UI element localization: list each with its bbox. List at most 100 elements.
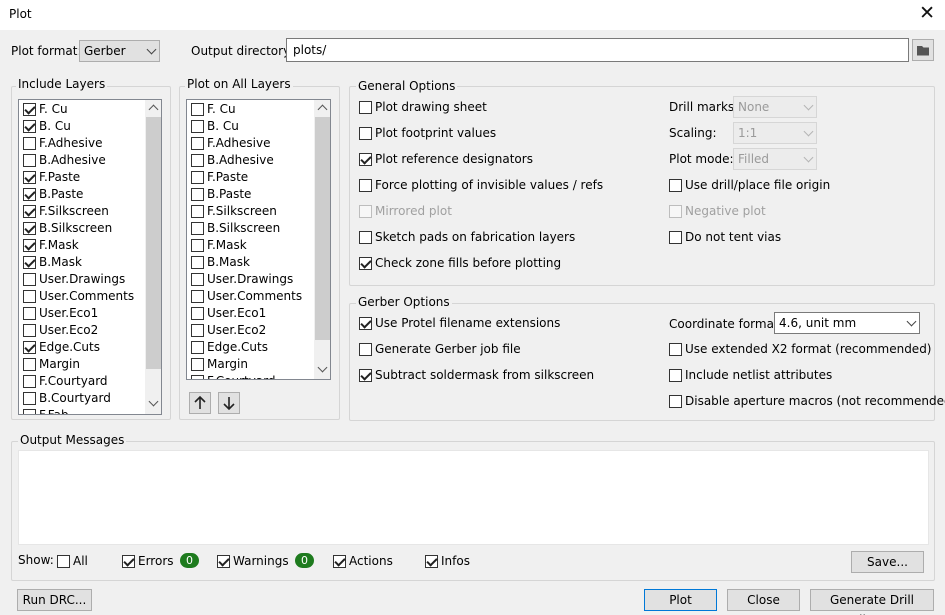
include-layer-f-courtyard[interactable]: F.Courtyard — [23, 373, 143, 390]
include-layer-margin-checkbox[interactable] — [23, 358, 36, 371]
close-icon[interactable]: ✕ — [919, 3, 935, 23]
include-layer-edge-cuts[interactable]: Edge.Cuts — [23, 339, 143, 356]
all-layer-b-adhesive[interactable]: B.Adhesive — [191, 152, 311, 169]
all-layer-user-eco2[interactable]: User.Eco2 — [191, 322, 311, 339]
all-layer-f-silkscreen-checkbox[interactable] — [191, 205, 204, 218]
save-messages-button[interactable]: Save... — [851, 551, 924, 573]
filter-all[interactable]: All — [57, 553, 97, 570]
gerber-generate-gerber-job-file-checkbox[interactable] — [359, 343, 372, 356]
include-layer-b-adhesive[interactable]: B.Adhesive — [23, 152, 143, 169]
scroll-up-icon[interactable] — [317, 104, 328, 115]
all-layer-b-adhesive-checkbox[interactable] — [191, 154, 204, 167]
gerber-use-extended-x2-format-recommended[interactable]: Use extended X2 format (recommended) — [669, 341, 932, 358]
gerber-use-extended-x2-format-recommended-checkbox[interactable] — [669, 343, 682, 356]
browse-folder-button[interactable] — [912, 39, 934, 61]
all-layer-f-mask-checkbox[interactable] — [191, 239, 204, 252]
option-sketch-pads-on-fabrication-layers-checkbox[interactable] — [359, 231, 372, 244]
filter-infos-checkbox[interactable] — [425, 555, 438, 568]
include-layer-f-mask-checkbox[interactable] — [23, 239, 36, 252]
plot-on-all-layers-scrollbar[interactable] — [314, 100, 330, 379]
gerber-generate-gerber-job-file[interactable]: Generate Gerber job file — [359, 341, 649, 358]
all-layer-user-comments[interactable]: User.Comments — [191, 288, 311, 305]
option-do-not-tent-vias[interactable]: Do not tent vias — [669, 229, 909, 246]
scroll-down-icon[interactable] — [317, 362, 328, 373]
move-layer-up-button[interactable] — [189, 392, 211, 414]
include-layer-user-drawings[interactable]: User.Drawings — [23, 271, 143, 288]
option-use-drill-place-file-origin[interactable]: Use drill/place file origin — [669, 177, 909, 194]
gerber-disable-aperture-macros-not-recommended[interactable]: Disable aperture macros (not recommended… — [669, 393, 945, 410]
include-layer-b-cu-checkbox[interactable] — [23, 120, 36, 133]
option-do-not-tent-vias-checkbox[interactable] — [669, 231, 682, 244]
include-layer-f-paste[interactable]: F.Paste — [23, 169, 143, 186]
option-check-zone-fills-before-plotting-checkbox[interactable] — [359, 257, 372, 270]
output-directory-input[interactable]: plots/ — [286, 38, 909, 62]
option-plot-drawing-sheet[interactable]: Plot drawing sheet — [359, 99, 659, 116]
include-layer-b-silkscreen-checkbox[interactable] — [23, 222, 36, 235]
all-layer-b-mask-checkbox[interactable] — [191, 256, 204, 269]
option-plot-footprint-values[interactable]: Plot footprint values — [359, 125, 659, 142]
include-layers-scroll-thumb[interactable] — [146, 117, 161, 369]
gerber-disable-aperture-macros-not-recommended-checkbox[interactable] — [669, 395, 682, 408]
option-plot-footprint-values-checkbox[interactable] — [359, 127, 372, 140]
include-layer-b-adhesive-checkbox[interactable] — [23, 154, 36, 167]
include-layer-f-paste-checkbox[interactable] — [23, 171, 36, 184]
all-layer-f-paste-checkbox[interactable] — [191, 171, 204, 184]
gerber-include-netlist-attributes-checkbox[interactable] — [669, 369, 682, 382]
include-layers-scrollbar[interactable] — [145, 100, 161, 414]
option-force-plotting-of-invisible-values-refs[interactable]: Force plotting of invisible values / ref… — [359, 177, 659, 194]
filter-infos[interactable]: Infos — [425, 553, 475, 570]
plot-on-all-layers-list[interactable]: F. Cu B. Cu F.Adhesive B.Adhesive F.Paste B.P… — [186, 99, 331, 380]
all-layer-f-adhesive[interactable]: F.Adhesive — [191, 135, 311, 152]
all-layer-user-drawings-checkbox[interactable] — [191, 273, 204, 286]
option-force-plotting-of-invisible-values-refs-checkbox[interactable] — [359, 179, 372, 192]
all-layer-user-drawings[interactable]: User.Drawings — [191, 271, 311, 288]
include-layer-f-adhesive[interactable]: F.Adhesive — [23, 135, 143, 152]
include-layer-f-mask[interactable]: F.Mask — [23, 237, 143, 254]
gerber-use-protel-filename-extensions-checkbox[interactable] — [359, 317, 372, 330]
all-layer-user-eco1[interactable]: User.Eco1 — [191, 305, 311, 322]
include-layer-b-courtyard[interactable]: B.Courtyard — [23, 390, 143, 407]
include-layer-f-fab[interactable]: F.Fab — [23, 407, 143, 414]
run-drc-button[interactable]: Run DRC... — [17, 589, 92, 611]
all-layer-user-eco1-checkbox[interactable] — [191, 307, 204, 320]
all-layer-f-paste[interactable]: F.Paste — [191, 169, 311, 186]
option-plot-reference-designators-checkbox[interactable] — [359, 153, 372, 166]
include-layer-user-eco2[interactable]: User.Eco2 — [23, 322, 143, 339]
option-check-zone-fills-before-plotting[interactable]: Check zone fills before plotting — [359, 255, 659, 272]
all-layer-f-courtyard[interactable]: F.Courtyard — [191, 373, 311, 379]
include-layer-f-fab-checkbox[interactable] — [23, 409, 36, 414]
gerber-use-protel-filename-extensions[interactable]: Use Protel filename extensions — [359, 315, 649, 332]
option-use-drill-place-file-origin-checkbox[interactable] — [669, 179, 682, 192]
include-layer-b-cu[interactable]: B. Cu — [23, 118, 143, 135]
include-layer-b-paste[interactable]: B.Paste — [23, 186, 143, 203]
close-button[interactable]: Close — [727, 589, 800, 611]
include-layers-list[interactable]: F. Cu B. Cu F.Adhesive B.Adhesive F.Paste B.P… — [18, 99, 162, 415]
all-layer-f-mask[interactable]: F.Mask — [191, 237, 311, 254]
include-layer-f-courtyard-checkbox[interactable] — [23, 375, 36, 388]
option-plot-reference-designators[interactable]: Plot reference designators — [359, 151, 659, 168]
coordinate-format-select[interactable]: 4.6, unit mm — [774, 312, 920, 334]
include-layer-b-mask[interactable]: B.Mask — [23, 254, 143, 271]
all-layer-margin[interactable]: Margin — [191, 356, 311, 373]
output-messages-area[interactable] — [18, 450, 929, 545]
option-plot-drawing-sheet-checkbox[interactable] — [359, 101, 372, 114]
plot-format-select[interactable]: Gerber — [79, 40, 160, 62]
include-layer-f-cu[interactable]: F. Cu — [23, 101, 143, 118]
all-layer-margin-checkbox[interactable] — [191, 358, 204, 371]
all-layer-f-silkscreen[interactable]: F.Silkscreen — [191, 203, 311, 220]
filter-warnings[interactable]: Warnings — [217, 553, 289, 570]
filter-all-checkbox[interactable] — [57, 555, 70, 568]
include-layer-edge-cuts-checkbox[interactable] — [23, 341, 36, 354]
all-layer-b-mask[interactable]: B.Mask — [191, 254, 311, 271]
include-layer-b-paste-checkbox[interactable] — [23, 188, 36, 201]
move-layer-down-button[interactable] — [218, 392, 240, 414]
filter-errors-checkbox[interactable] — [122, 555, 135, 568]
all-layer-b-silkscreen-checkbox[interactable] — [191, 222, 204, 235]
gerber-subtract-soldermask-from-silkscreen[interactable]: Subtract soldermask from silkscreen — [359, 367, 649, 384]
filter-warnings-checkbox[interactable] — [217, 555, 230, 568]
include-layer-f-silkscreen[interactable]: F.Silkscreen — [23, 203, 143, 220]
scroll-up-icon[interactable] — [148, 104, 159, 115]
include-layer-user-comments[interactable]: User.Comments — [23, 288, 143, 305]
plot-button[interactable]: Plot — [644, 589, 717, 611]
include-layer-b-mask-checkbox[interactable] — [23, 256, 36, 269]
